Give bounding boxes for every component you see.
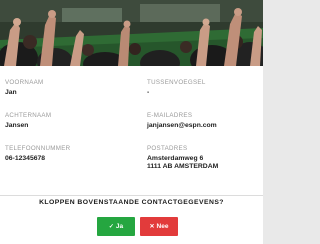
email-field: E-MAILADRES janjansen@espn.com [147, 112, 263, 130]
first-name-value: Jan [5, 89, 17, 96]
infix-field: TUSSENVOEGSEL - [147, 79, 263, 97]
phone-value: 06-12345678 [5, 155, 46, 162]
first-name-field: VOORNAAM Jan [5, 79, 125, 97]
postal-address-field: POSTADRES Amsterdamweg 6 1111 AB AMSTERD… [147, 145, 263, 171]
divider [0, 195, 263, 196]
confirmation-question: KLOPPEN BOVENSTAANDE CONTACTGEGEVENS? [39, 199, 224, 206]
contact-details: VOORNAAM Jan TUSSENVOEGSEL - ACHTERNAAM … [0, 66, 263, 195]
football-stadium-crowd-image [0, 0, 263, 66]
phone-field: TELEFOONNUMMER 06-12345678 [5, 145, 125, 163]
first-name-label: VOORNAAM [5, 79, 44, 86]
postal-address-line2: 1111 AB AMSTERDAM [147, 163, 219, 170]
phone-label: TELEFOONNUMMER [5, 145, 71, 152]
check-icon: ✓ [108, 224, 114, 230]
yes-button-label: Ja [115, 223, 124, 230]
last-name-value: Jansen [5, 122, 29, 129]
last-name-label: ACHTERNAAM [5, 112, 52, 119]
yes-button[interactable]: ✓ Ja [97, 217, 135, 236]
no-button-label: Nee [156, 223, 169, 230]
no-button[interactable]: ✕ Nee [140, 217, 178, 236]
close-icon: ✕ [149, 224, 155, 230]
infix-label: TUSSENVOEGSEL [147, 79, 206, 86]
last-name-field: ACHTERNAAM Jansen [5, 112, 125, 130]
email-label: E-MAILADRES [147, 112, 193, 119]
contact-confirmation-card: VOORNAAM Jan TUSSENVOEGSEL - ACHTERNAAM … [0, 0, 263, 244]
hero-illustration [0, 0, 263, 66]
postal-address-label: POSTADRES [147, 145, 188, 152]
postal-address-line1: Amsterdamweg 6 [147, 155, 204, 162]
infix-value: - [147, 89, 150, 96]
email-value: janjansen@espn.com [147, 122, 217, 129]
